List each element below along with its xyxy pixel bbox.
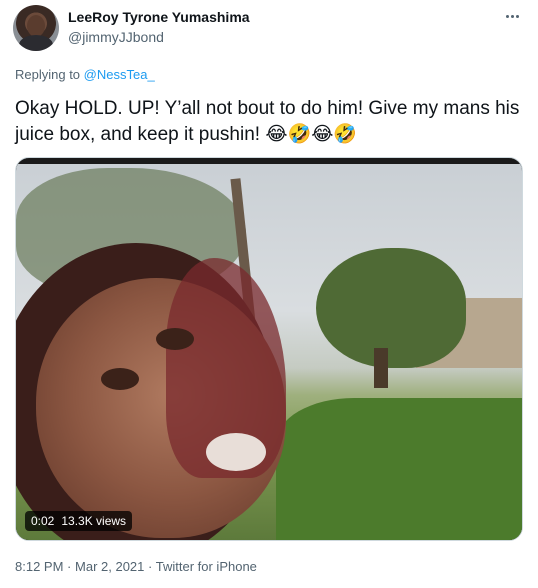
video-grass [276, 398, 522, 540]
meta-separator: · [67, 559, 72, 574]
video-info-badge: 0:02 13.3K views [25, 511, 133, 531]
meta-separator: · [148, 559, 153, 574]
more-options-icon[interactable] [502, 6, 522, 26]
video-duration: 0:02 [31, 514, 55, 528]
dot [505, 14, 509, 18]
video-eye [101, 368, 139, 390]
author-handle[interactable]: @jimmyJJbond [68, 29, 164, 45]
replying-to: Replying to @NessTea_ [15, 67, 155, 82]
dot [510, 14, 514, 18]
reply-mention-link[interactable]: @NessTea_ [84, 67, 155, 82]
dot [515, 14, 519, 18]
tweet-text: Okay HOLD. UP! Y’all not bout to do him!… [15, 98, 520, 145]
video-top-bar [16, 158, 522, 164]
tweet-time[interactable]: 8:12 PM [15, 559, 63, 574]
video-eye [156, 328, 194, 350]
video-player[interactable]: 0:02 13.3K views [15, 157, 523, 541]
avatar-face [27, 15, 45, 37]
tweet-meta: 8:12 PM · Mar 2, 2021 · Twitter for iPho… [15, 559, 257, 574]
author-name[interactable]: LeeRoy Tyrone Yumashima [68, 9, 250, 25]
author-avatar[interactable] [13, 5, 59, 51]
tweet-date[interactable]: Mar 2, 2021 [75, 559, 144, 574]
replying-to-label: Replying to [15, 67, 81, 82]
video-tree [316, 248, 466, 368]
avatar-shoulders [19, 35, 53, 51]
video-mouth [206, 433, 266, 471]
tweet: LeeRoy Tyrone Yumashima @jimmyJJbond Rep… [0, 0, 538, 588]
video-tree-trunk [374, 348, 388, 388]
video-views: 13.3K views [61, 514, 127, 528]
tweet-source[interactable]: Twitter for iPhone [156, 559, 257, 574]
